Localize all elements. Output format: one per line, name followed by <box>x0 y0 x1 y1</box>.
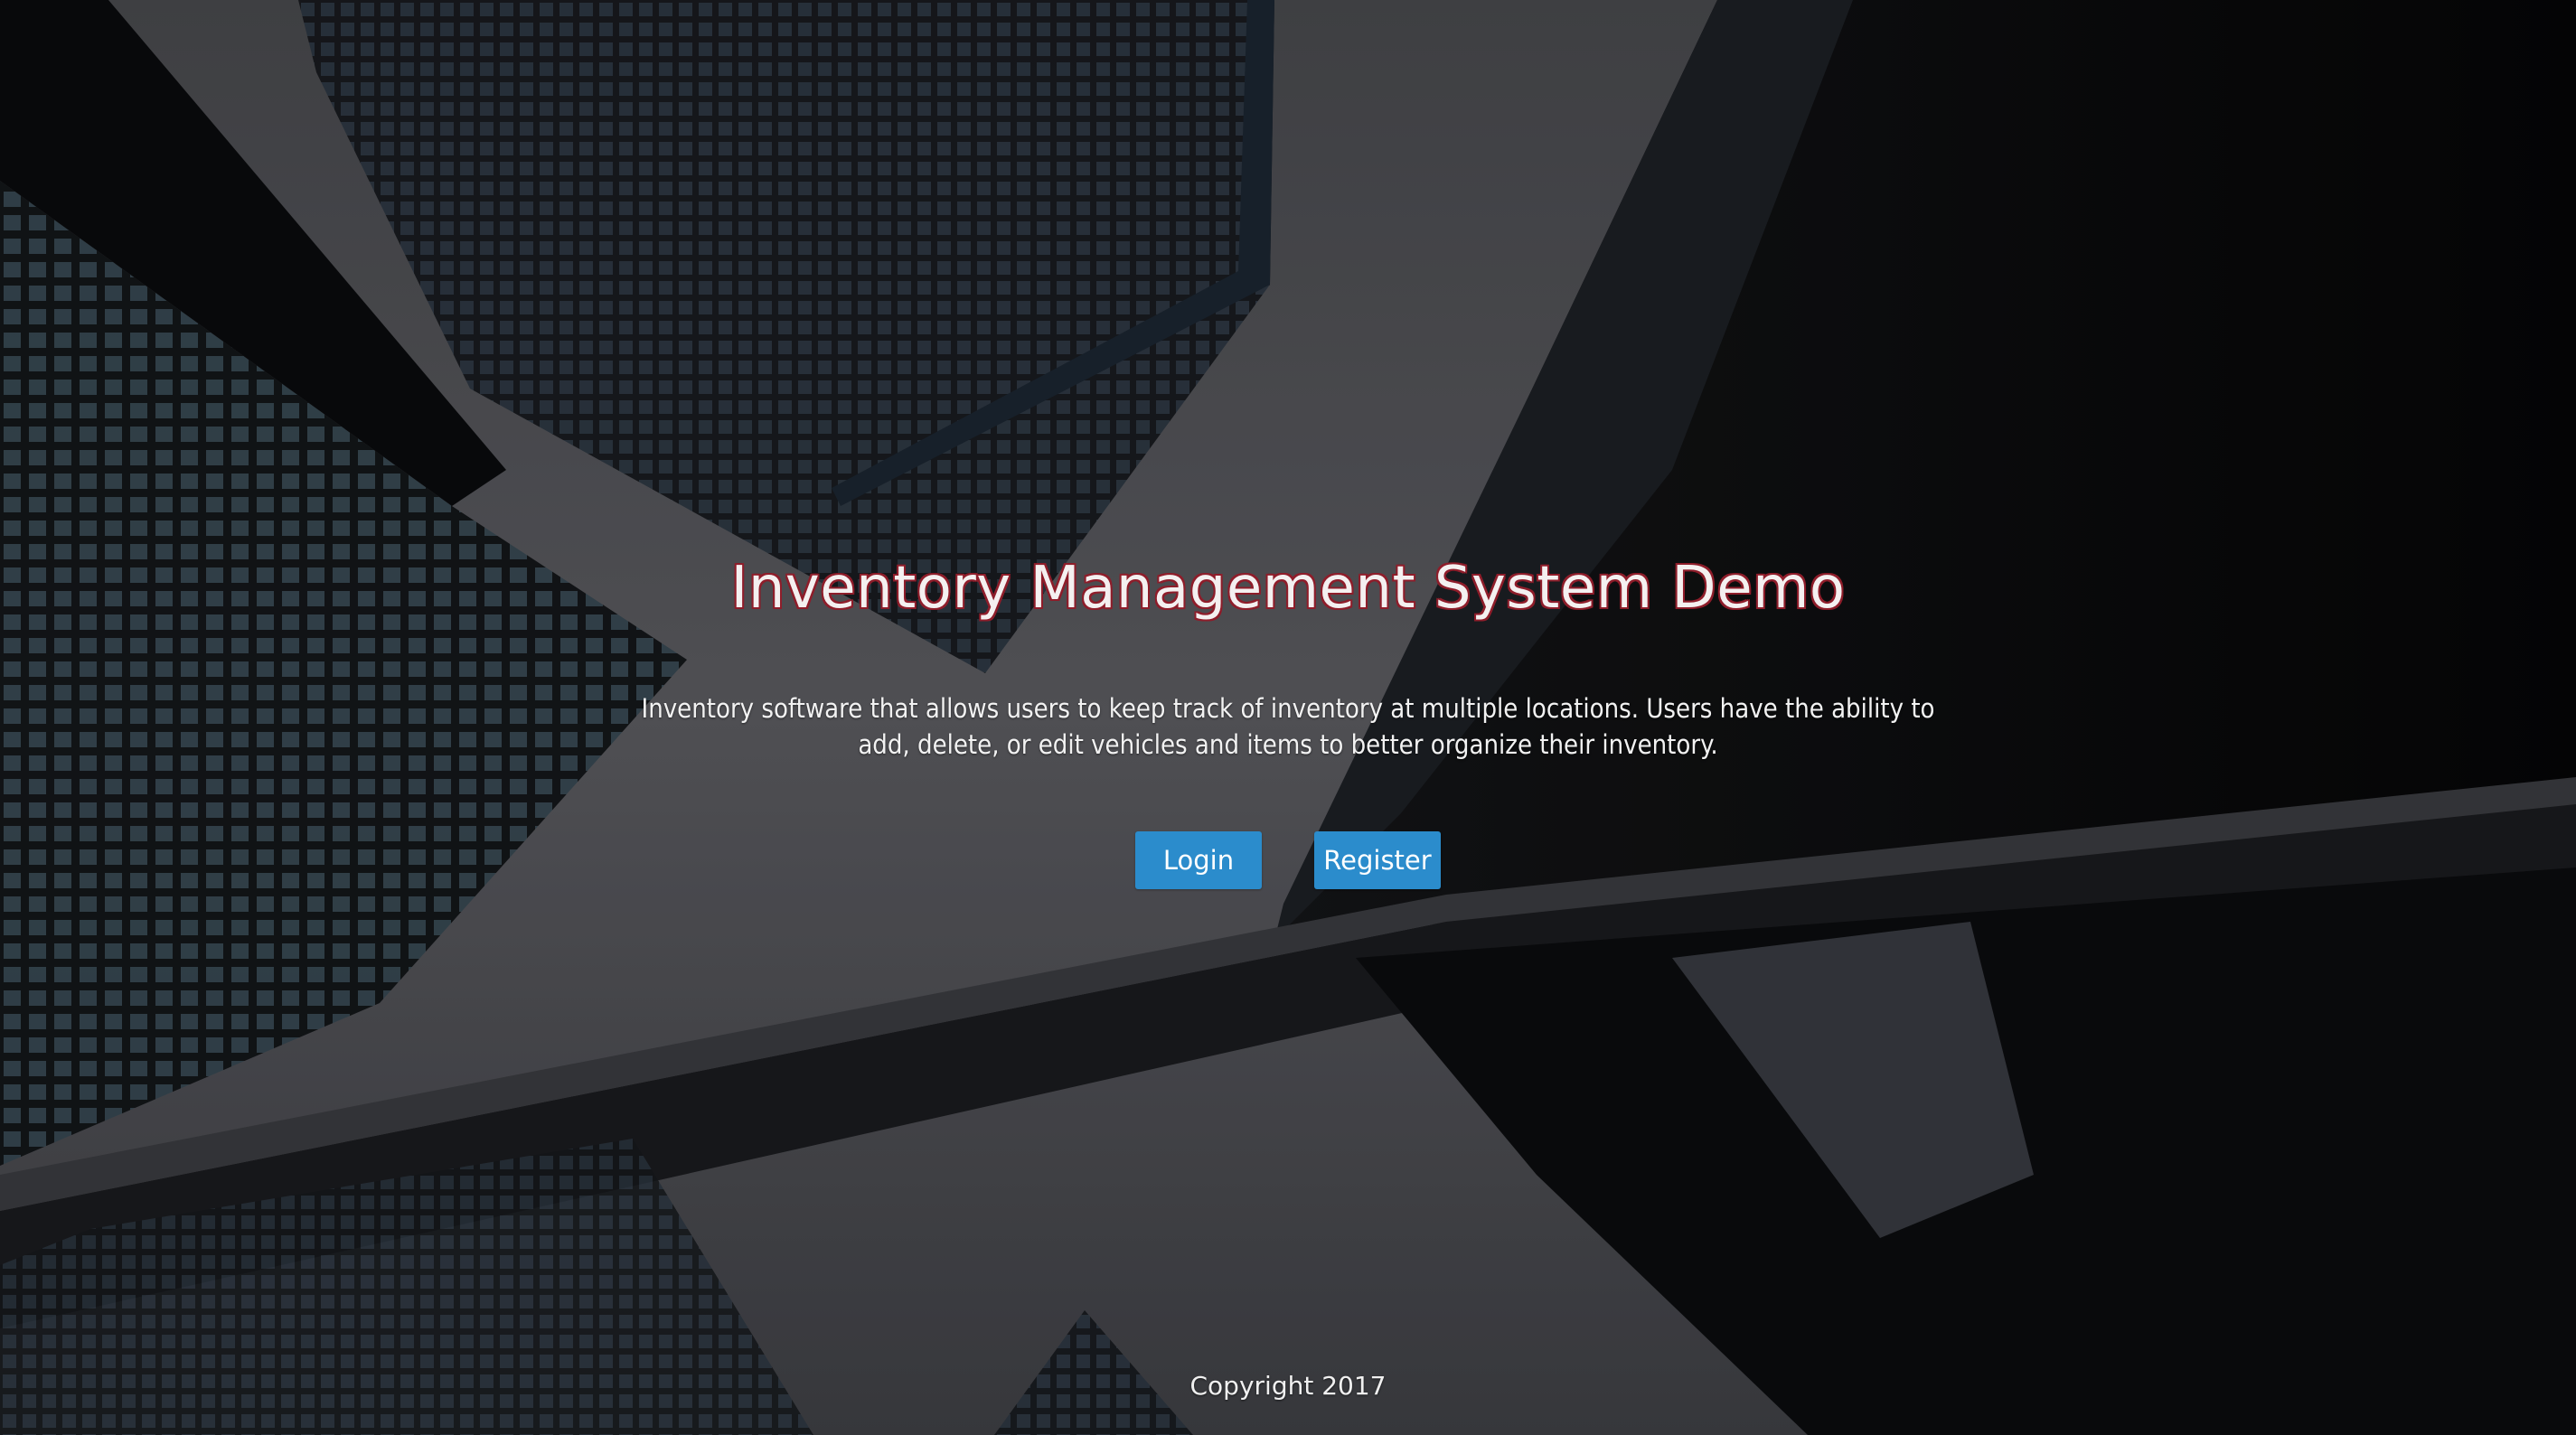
login-button[interactable]: Login <box>1135 831 1262 889</box>
auth-actions: Login Register <box>0 831 2576 889</box>
footer-copyright: Copyright 2017 <box>1189 1371 1387 1401</box>
page-title: Inventory Management System Demo <box>730 555 1846 622</box>
hero-description: Inventory software that allows users to … <box>641 693 1935 760</box>
hero-content: Inventory Management System Demo Invento… <box>0 0 2576 1435</box>
landing-page: Inventory Management System Demo Invento… <box>0 0 2576 1435</box>
register-button[interactable]: Register <box>1314 831 1441 889</box>
